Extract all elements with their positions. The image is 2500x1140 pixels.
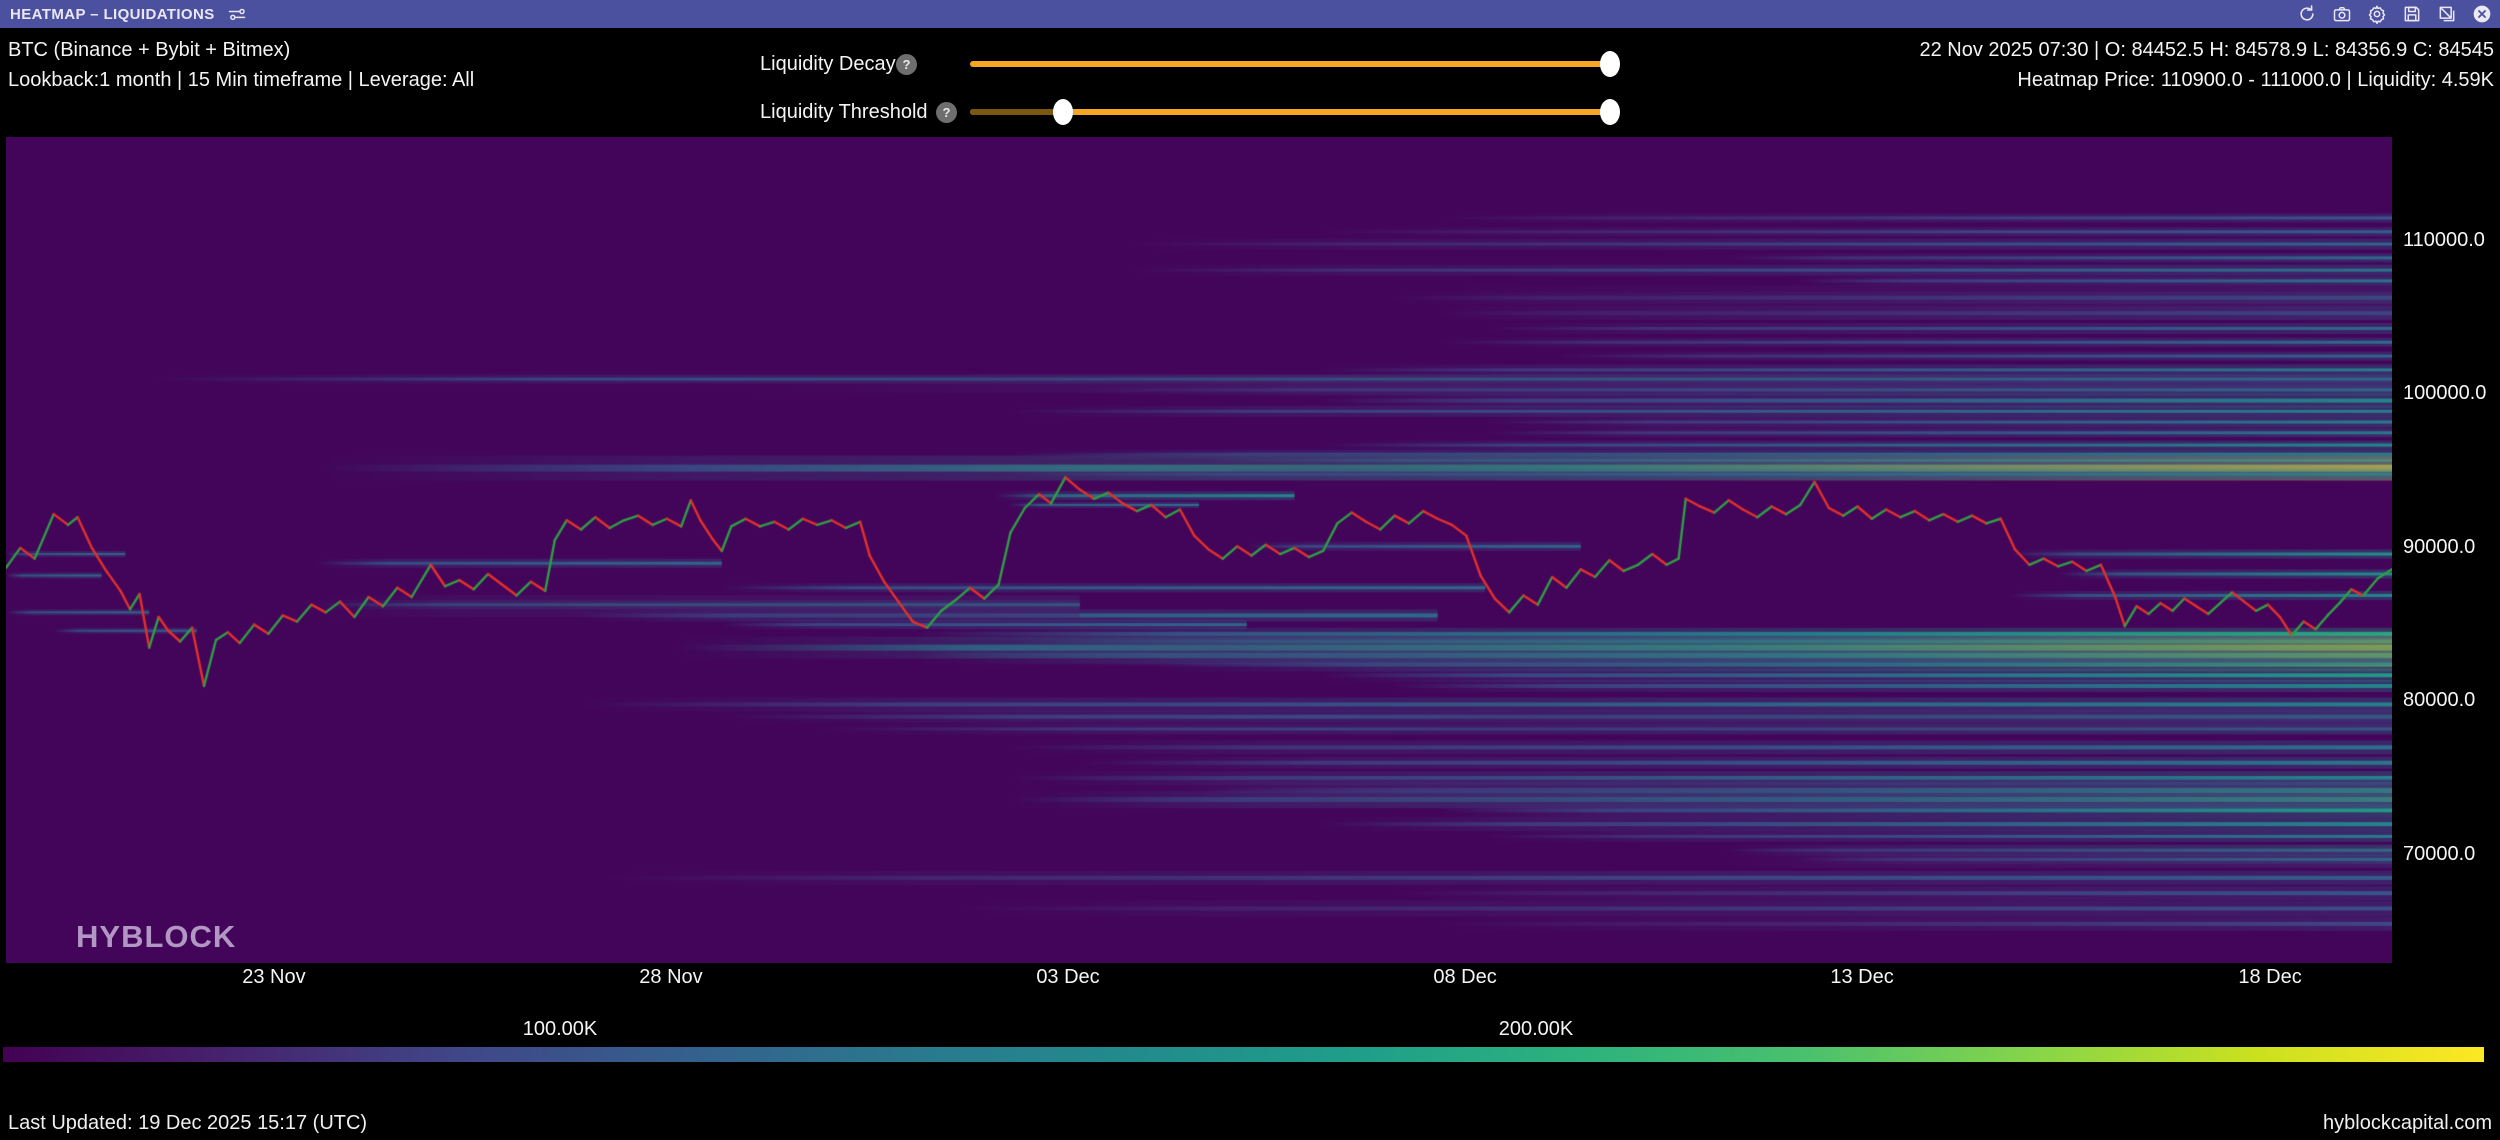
price-axis-label: 90000.0 xyxy=(2403,536,2475,559)
liquidity-decay-handle[interactable] xyxy=(1600,51,1620,77)
title-left: HEATMAP – LIQUIDATIONS xyxy=(0,4,247,24)
symbol-exchanges-label: BTC (Binance + Bybit + Bitmex) xyxy=(8,35,474,65)
price-axis-label: 100000.0 xyxy=(2403,382,2486,405)
date-axis-label: 18 Dec xyxy=(2238,966,2301,989)
colorbar-tick-label: 200.00K xyxy=(1499,1018,1574,1041)
last-updated-label: Last Updated: 19 Dec 2025 15:17 (UTC) xyxy=(8,1112,367,1135)
heatmap-chart[interactable]: HYBLOCK xyxy=(6,137,2392,963)
ohlc-readout: 22 Nov 2025 07:30 | O: 84452.5 H: 84578.… xyxy=(1919,35,2494,95)
close-icon[interactable] xyxy=(2472,4,2492,24)
date-axis-label: 28 Nov xyxy=(639,966,702,989)
camera-icon[interactable] xyxy=(2332,4,2352,24)
date-axis-label: 08 Dec xyxy=(1433,966,1496,989)
symbol-info: BTC (Binance + Bybit + Bitmex) Lookback:… xyxy=(8,35,474,95)
colorbar-tick-label: 100.00K xyxy=(523,1018,598,1041)
price-axis-label: 80000.0 xyxy=(2403,689,2475,712)
liquidity-threshold-handle-low[interactable] xyxy=(1053,99,1073,125)
liquidity-decay-help-icon[interactable]: ? xyxy=(896,54,917,75)
price-axis-label: 70000.0 xyxy=(2403,843,2475,866)
threshold-track-dim-segment xyxy=(970,109,1063,115)
top-bar: BTC (Binance + Bybit + Bitmex) Lookback:… xyxy=(0,28,2500,120)
liquidity-threshold-label: Liquidity Threshold xyxy=(760,101,928,124)
date-axis-label: 13 Dec xyxy=(1830,966,1893,989)
ohlc-line: 22 Nov 2025 07:30 | O: 84452.5 H: 84578.… xyxy=(1919,35,2494,65)
liquidity-colorbar xyxy=(3,1047,2484,1062)
date-axis-label: 03 Dec xyxy=(1036,966,1099,989)
layers-icon[interactable] xyxy=(2437,4,2457,24)
refresh-icon[interactable] xyxy=(2297,4,2317,24)
liquidity-threshold-handle-high[interactable] xyxy=(1600,99,1620,125)
liquidity-decay-slider[interactable] xyxy=(970,61,1610,67)
date-axis-label: 23 Nov xyxy=(242,966,305,989)
settings-icon[interactable] xyxy=(2367,4,2387,24)
lookback-settings-label: Lookback:1 month | 15 Min timeframe | Le… xyxy=(8,65,474,95)
liquidity-decay-label: Liquidity Decay xyxy=(760,53,896,76)
window-actions xyxy=(2297,4,2500,24)
price-axis-label: 110000.0 xyxy=(2403,229,2485,252)
hyblock-heatmap-app: HEATMAP – LIQUIDATIONS xyxy=(0,0,2500,1140)
window-title: HEATMAP – LIQUIDATIONS xyxy=(10,6,215,23)
heatmap-canvas[interactable] xyxy=(6,137,2392,963)
save-icon[interactable] xyxy=(2402,4,2422,24)
liquidity-threshold-slider[interactable] xyxy=(970,109,1610,115)
heatmap-price-line: Heatmap Price: 110900.0 - 111000.0 | Liq… xyxy=(1919,65,2494,95)
site-link[interactable]: hyblockcapital.com xyxy=(2323,1112,2492,1135)
liquidity-threshold-help-icon[interactable]: ? xyxy=(936,102,957,123)
title-bar: HEATMAP – LIQUIDATIONS xyxy=(0,0,2500,28)
filter-sliders-icon[interactable] xyxy=(227,4,247,24)
hyblock-watermark: HYBLOCK xyxy=(76,919,236,955)
